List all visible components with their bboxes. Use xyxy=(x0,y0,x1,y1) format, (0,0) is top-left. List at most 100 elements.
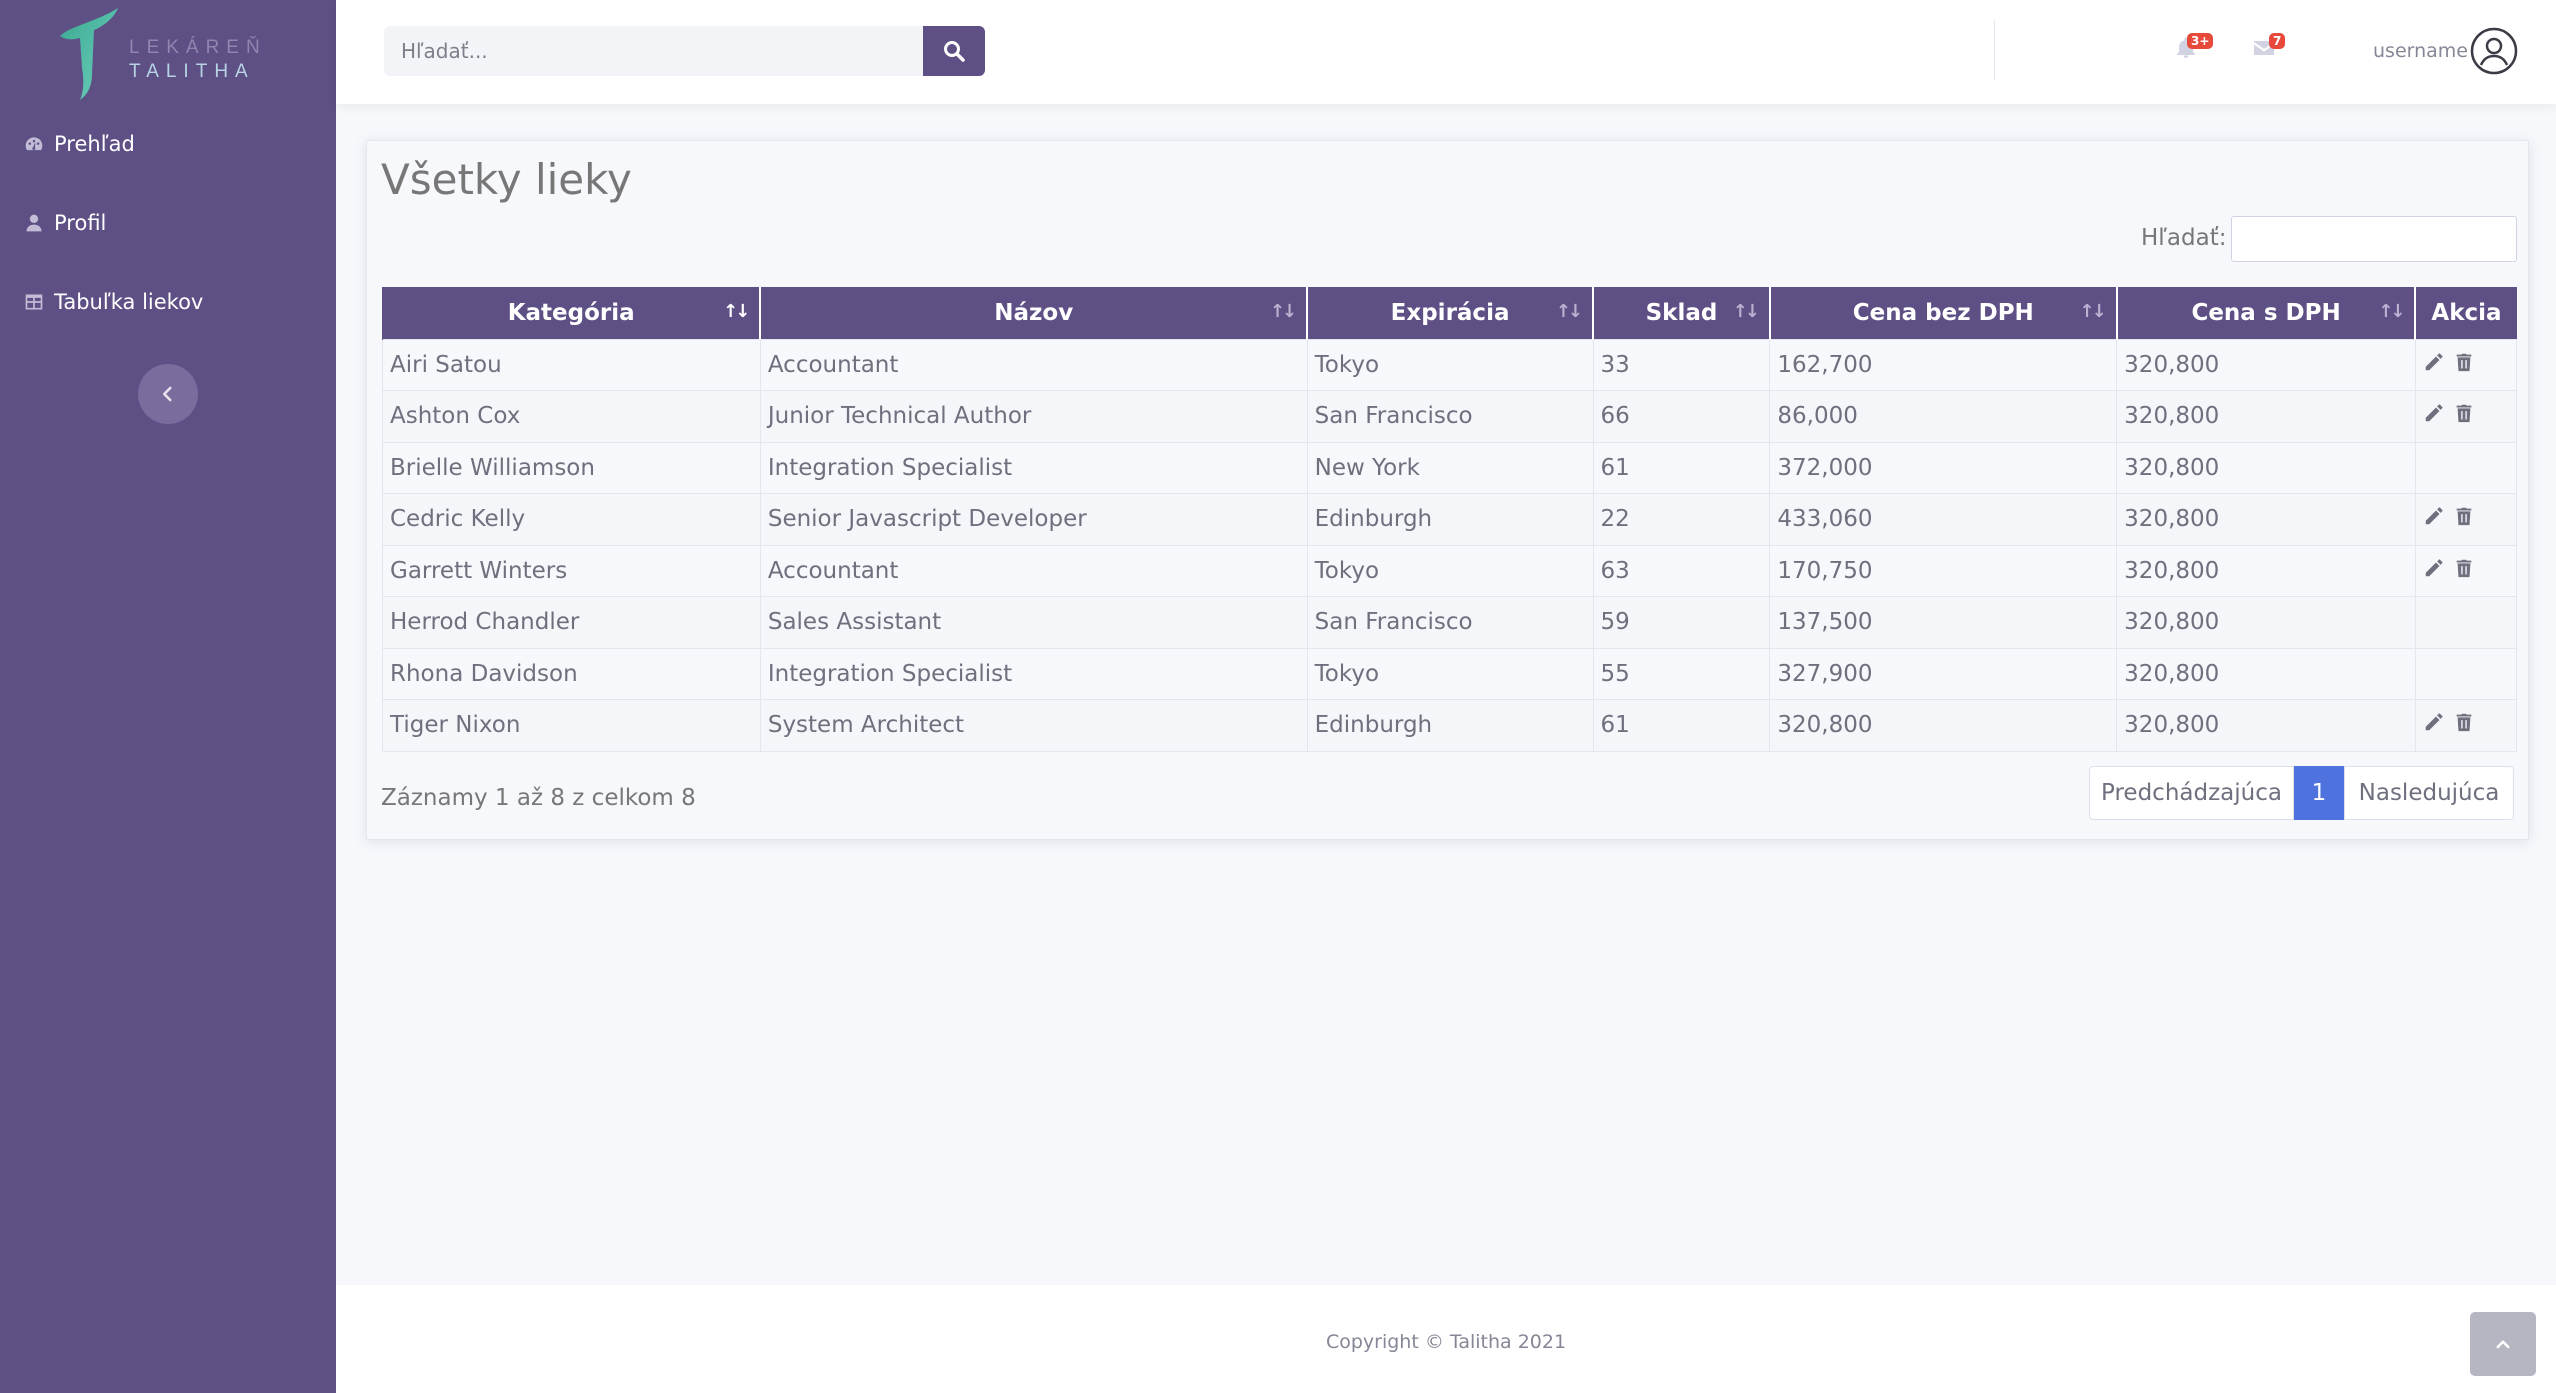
cell-cena-bez: 327,900 xyxy=(1769,647,2117,700)
topbar-divider xyxy=(1994,20,1995,80)
cell-expiracia: San Francisco xyxy=(1306,390,1594,442)
alerts-button[interactable]: 3+ xyxy=(2174,33,2214,66)
cell-kategoria: Airi Satou xyxy=(382,338,761,391)
alerts-badge: 3+ xyxy=(2187,33,2214,49)
sort-asc-icon: ↑↓ xyxy=(723,301,750,322)
sort-icon: ↑↓ xyxy=(1555,301,1583,322)
sidebar-item-label: Prehľad xyxy=(54,132,135,156)
search-icon xyxy=(944,41,965,62)
sort-icon: ↑↓ xyxy=(2378,301,2405,322)
username-label[interactable]: username xyxy=(2373,40,2468,62)
column-header-sklad[interactable]: Sklad ↑↓ xyxy=(1592,287,1770,339)
brand-logo[interactable]: LEKÁREŇ TALITHA xyxy=(56,4,276,104)
search-button[interactable] xyxy=(923,26,985,76)
cell-actions xyxy=(2414,647,2518,700)
user-avatar[interactable] xyxy=(2470,27,2518,75)
cell-expiracia: New York xyxy=(1306,441,1594,494)
column-header-cena-s-dph[interactable]: Cena s DPH ↑↓ xyxy=(2115,287,2416,339)
table-row: Airi Satou Accountant Tokyo 33 162,700 320,80… xyxy=(382,338,2518,391)
brand-line-1: LEKÁREŇ xyxy=(129,37,267,58)
medicines-table: Kategória ↑↓ Názov ↑↓ Expirácia ↑↓ Sklad ↑↓ … xyxy=(382,287,2518,752)
cell-actions xyxy=(2414,441,2518,494)
cell-nazov: Accountant xyxy=(759,544,1308,597)
cell-cena-s: 320,800 xyxy=(2116,596,2416,648)
trash-icon[interactable] xyxy=(2453,351,2475,373)
cell-expiracia: San Francisco xyxy=(1306,596,1594,648)
cell-cena-s: 320,800 xyxy=(2116,647,2416,700)
column-header-cena-bez-dph[interactable]: Cena bez DPH ↑↓ xyxy=(1768,287,2117,339)
sidebar-item-label: Profil xyxy=(54,211,107,235)
pencil-icon[interactable] xyxy=(2423,711,2445,733)
cell-sklad: 61 xyxy=(1592,441,1770,494)
cell-actions xyxy=(2414,493,2518,545)
cell-expiracia: Tokyo xyxy=(1306,338,1594,391)
cell-kategoria: Herrod Chandler xyxy=(382,596,761,648)
cell-actions xyxy=(2414,338,2518,391)
cell-kategoria: Brielle Williamson xyxy=(382,441,761,494)
sort-icon: ↑↓ xyxy=(1269,301,1297,322)
table-body: Airi Satou Accountant Tokyo 33 162,700 320,80… xyxy=(382,338,2518,752)
pagination-page-1[interactable]: 1 xyxy=(2294,766,2344,820)
column-header-nazov[interactable]: Názov ↑↓ xyxy=(759,287,1308,339)
trash-icon[interactable] xyxy=(2453,711,2475,733)
trash-icon[interactable] xyxy=(2453,505,2475,527)
sidebar-item-label: Tabuľka liekov xyxy=(54,290,204,314)
medicines-card: Všetky lieky Hľadať: Kategória ↑↓ Názov ↑↓… xyxy=(366,140,2529,840)
pencil-icon[interactable] xyxy=(2423,557,2445,579)
pagination: Predchádzajúca 1 Nasledujúca xyxy=(2089,766,2514,820)
cell-nazov: System Architect xyxy=(759,699,1308,752)
table-filter-input[interactable] xyxy=(2231,216,2517,262)
pagination-previous[interactable]: Predchádzajúca xyxy=(2089,766,2294,820)
sidebar: LEKÁREŇ TALITHA Prehľad Profil Tabuľka l… xyxy=(0,0,336,1393)
trash-icon[interactable] xyxy=(2453,557,2475,579)
row-actions xyxy=(2423,557,2475,579)
brand-name: LEKÁREŇ TALITHA xyxy=(129,36,267,84)
cell-expiracia: Tokyo xyxy=(1306,544,1594,597)
cell-nazov: Integration Specialist xyxy=(759,647,1308,700)
cell-nazov: Senior Javascript Developer xyxy=(759,493,1308,545)
cell-kategoria: Rhona Davidson xyxy=(382,647,761,700)
pencil-icon[interactable] xyxy=(2423,351,2445,373)
messages-button[interactable]: 7 xyxy=(2252,33,2286,66)
cell-cena-bez: 162,700 xyxy=(1769,338,2117,391)
search-form xyxy=(384,26,985,76)
cell-cena-s: 320,800 xyxy=(2116,493,2416,545)
cell-actions xyxy=(2414,390,2518,442)
messages-badge: 7 xyxy=(2269,33,2286,49)
row-actions xyxy=(2423,711,2475,733)
sidebar-item-prehlad[interactable]: Prehľad xyxy=(24,124,135,164)
row-actions xyxy=(2423,402,2475,424)
tachometer-icon xyxy=(25,137,43,151)
scroll-to-top-button[interactable] xyxy=(2470,1312,2536,1376)
column-header-expiracia[interactable]: Expirácia ↑↓ xyxy=(1306,287,1594,339)
pagination-next[interactable]: Nasledujúca xyxy=(2344,766,2514,820)
cell-kategoria: Garrett Winters xyxy=(382,544,761,597)
column-header-kategoria[interactable]: Kategória ↑↓ xyxy=(382,287,761,339)
column-header-akcia: Akcia xyxy=(2414,287,2517,339)
pencil-icon[interactable] xyxy=(2423,402,2445,424)
cell-kategoria: Ashton Cox xyxy=(382,390,761,442)
cell-expiracia: Tokyo xyxy=(1306,647,1594,700)
table-row: Herrod Chandler Sales Assistant San Franci… xyxy=(382,596,2518,648)
cell-cena-bez: 86,000 xyxy=(1769,390,2117,442)
cell-cena-s: 320,800 xyxy=(2116,441,2416,494)
sidebar-item-tabulka-liekov[interactable]: Tabuľka liekov xyxy=(24,282,203,322)
cell-cena-s: 320,800 xyxy=(2116,338,2416,391)
table-row: Tiger Nixon System Architect Edinburgh 61 32… xyxy=(382,699,2518,752)
sidebar-item-profil[interactable]: Profil xyxy=(24,203,106,243)
table-row: Ashton Cox Junior Technical Author San Fra… xyxy=(382,390,2518,442)
pencil-icon[interactable] xyxy=(2423,505,2445,527)
talitha-logo-icon xyxy=(60,8,118,100)
cell-nazov: Integration Specialist xyxy=(759,441,1308,494)
cell-nazov: Junior Technical Author xyxy=(759,390,1308,442)
row-actions xyxy=(2423,351,2475,373)
table-row: Cedric Kelly Senior Javascript Developer E… xyxy=(382,493,2518,545)
cell-cena-bez: 320,800 xyxy=(1769,699,2117,752)
sort-icon: ↑↓ xyxy=(1732,301,1760,322)
page-title: Všetky lieky xyxy=(381,155,632,204)
sidebar-toggle-button[interactable] xyxy=(138,364,198,424)
footer: Copyright © Talitha 2021 xyxy=(336,1285,2556,1393)
cell-sklad: 61 xyxy=(1592,699,1770,752)
search-input[interactable] xyxy=(384,26,923,76)
trash-icon[interactable] xyxy=(2453,402,2475,424)
